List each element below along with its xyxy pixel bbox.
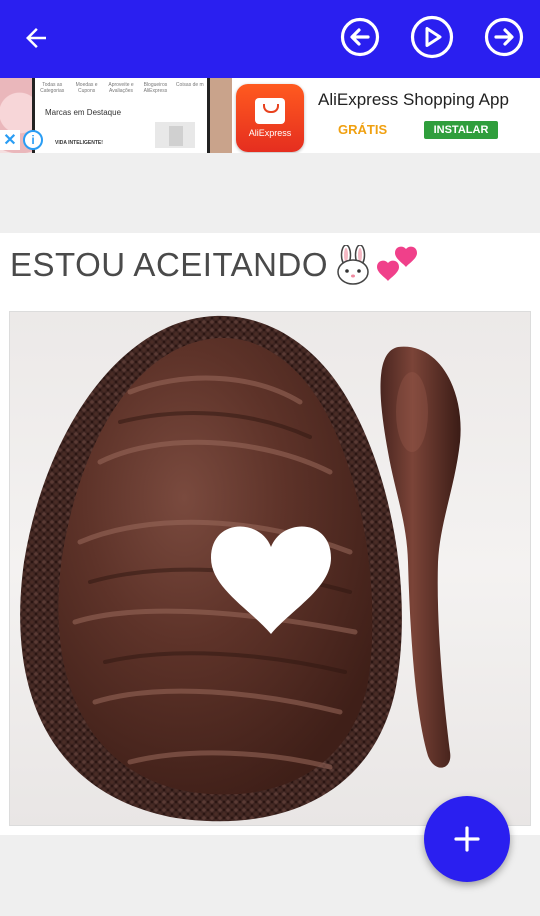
info-icon[interactable]: i (23, 130, 43, 150)
previous-button[interactable] (337, 14, 383, 60)
chocolate-egg-photo[interactable] (9, 311, 531, 826)
circle-arrow-right-icon (484, 17, 524, 57)
ad-screenshot-footer: VIDA INTELIGENTE! (55, 140, 103, 146)
app-icon-label: AliExpress (248, 128, 292, 138)
ad-category: Blogueiros AliExpress (143, 82, 168, 94)
play-button[interactable] (409, 14, 455, 60)
caption-emojis (334, 245, 420, 285)
ad-category: Moedas e Cupons (75, 82, 98, 94)
aliexpress-app-icon[interactable]: AliExpress (236, 84, 304, 152)
caption-text: ESTOU ACEITANDO (10, 246, 329, 283)
next-button[interactable] (481, 14, 527, 60)
ad-category: Aproveite e Avaliações (108, 82, 134, 94)
install-button[interactable]: INSTALAR (424, 121, 498, 139)
two-hearts-emoji (377, 246, 418, 281)
ad-price-label: GRÁTIS (338, 122, 388, 137)
ad-category: Coisas de m (175, 82, 204, 88)
ad-choices: ✕ i (0, 130, 43, 150)
add-button[interactable] (424, 796, 510, 882)
ad-screenshot-thumb (155, 122, 195, 148)
back-button[interactable] (16, 18, 56, 58)
plus-icon (454, 826, 480, 852)
ad-phone-frame: Todas as Categorias Moedas e Cupons Apro… (32, 78, 210, 153)
ad-categories: Todas as Categorias Moedas e Cupons Apro… (35, 78, 207, 94)
ad-app-title[interactable]: AliExpress Shopping App (318, 90, 509, 110)
shopping-bag-icon (255, 98, 285, 124)
rabbit-face-emoji (337, 245, 369, 285)
circle-arrow-left-icon (340, 17, 380, 57)
ad-photo-strip (210, 78, 232, 153)
arrow-left-icon (26, 28, 46, 48)
post-card: ESTOU ACEITANDO (0, 233, 540, 835)
circle-play-icon (410, 15, 454, 59)
ad-banner[interactable]: Todas as Categorias Moedas e Cupons Apro… (0, 78, 540, 153)
ad-screenshot-heading: Marcas em Destaque (45, 108, 122, 117)
ad-category: Todas as Categorias (40, 82, 65, 94)
top-app-bar (0, 0, 540, 78)
close-icon[interactable]: ✕ (0, 130, 20, 150)
chocolate-egg-image (20, 315, 461, 822)
post-caption: ESTOU ACEITANDO (10, 245, 420, 285)
